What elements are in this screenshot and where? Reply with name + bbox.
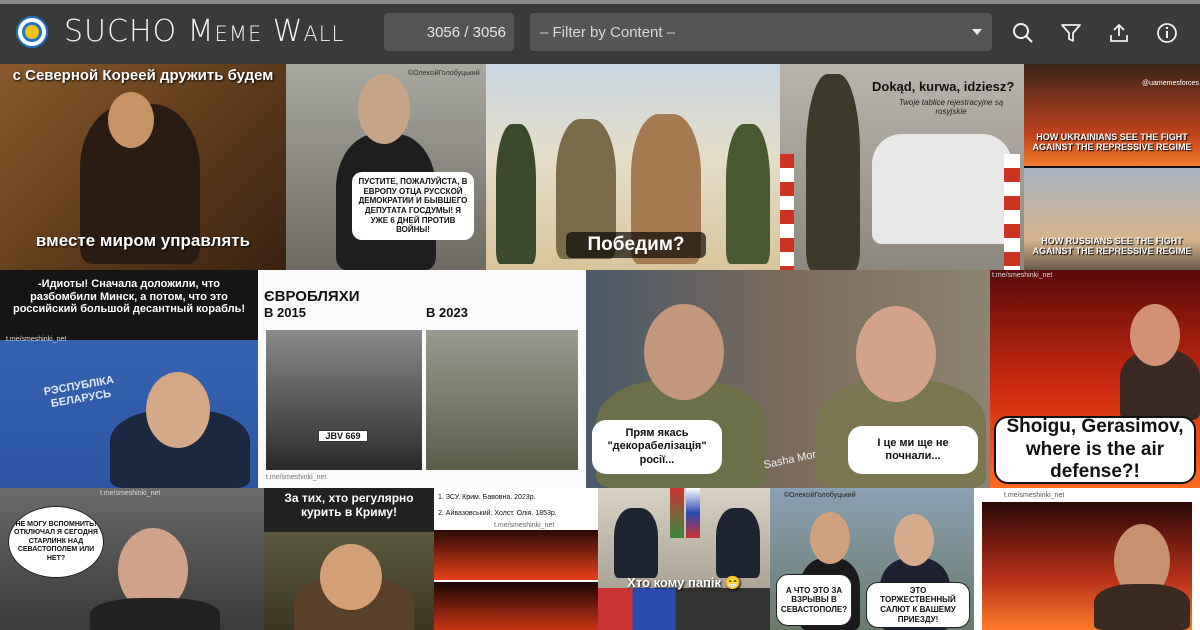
car-photo (266, 330, 422, 470)
meme-caption-title: Dokąd, kurwa, idziesz? (872, 79, 1015, 94)
meme-figure-head (358, 74, 410, 144)
meme-figure (90, 598, 220, 630)
meme-caption-bottom: вместе миром управлять (35, 231, 251, 250)
meme-line-2: 2. Айвазовський. Холст. Олія. 1853р. (438, 510, 557, 517)
flag (670, 488, 684, 538)
meme-tile[interactable]: @uamemesforces HOW UKRAINIANS SEE THE FI… (1024, 64, 1200, 270)
meme-figure-head (894, 514, 934, 566)
search-icon[interactable] (1006, 16, 1040, 50)
app-title: SUCHO Meme Wall (64, 14, 344, 49)
meme-handle: @uamemesforces (1142, 80, 1199, 87)
meme-tile[interactable]: t.me/smeshinki_net Shoigu, Gerasimov, wh… (990, 270, 1200, 488)
meme-label-left: В 2015 (264, 305, 306, 320)
meme-caption: -Идиоты! Сначала доложили, что разбомбил… (12, 278, 245, 316)
meme-caption: Хто кому папік 😁 (627, 575, 741, 590)
speech-bubble-left: Прям якась "декорабелізація" росії... (592, 420, 722, 474)
car-shape (872, 134, 1012, 244)
meme-figure (726, 124, 770, 264)
meme-tile[interactable]: Прям якась "декорабелізація" росії... І … (586, 270, 990, 488)
meme-watermark: ©ОлексійГолобуцький (784, 492, 856, 499)
border-post (780, 154, 794, 270)
chevron-down-icon (972, 29, 982, 35)
border-post (1004, 154, 1020, 270)
speech-bubble: Shoigu, Gerasimov, where is the air defe… (994, 416, 1196, 484)
license-plate: JBV 669 (318, 430, 368, 443)
meme-tile[interactable]: t.me/smeshinki_net (974, 488, 1200, 630)
meme-figure-head (146, 372, 210, 448)
meme-figure (614, 508, 658, 578)
meme-caption-top: HOW UKRAINIANS SEE THE FIGHT AGAINST THE… (1032, 132, 1192, 153)
meme-figure (806, 74, 860, 270)
meme-tile[interactable]: Dokąd, kurwa, idziesz? Twoje tablice rej… (780, 64, 1024, 270)
meme-banner-text: РЭСПУБЛІКА БЕЛАРУСЬ (42, 374, 115, 410)
meme-label-right: В 2023 (426, 305, 468, 320)
meme-tile[interactable]: 1. ЗСУ. Крим. Бавовна. 2023р. 2. Айвазов… (434, 488, 598, 630)
speech-bubble-right: І це ми ще не почнали... (848, 426, 978, 474)
meme-tile[interactable]: ЄВРОБЛЯХИ В 2015 В 2023 JBV 669 t.me/sme… (258, 270, 586, 488)
flag (686, 488, 700, 538)
meme-tile[interactable]: За тих, хто регулярно курить в Криму! (264, 488, 434, 630)
meme-watermark: t.me/smeshinki_net (100, 490, 161, 497)
meme-watermark: t.me/smeshinki_net (1004, 492, 1065, 499)
meme-figure-head (320, 544, 382, 610)
meme-counter-input[interactable]: 3056 / 3056 (384, 13, 514, 51)
meme-line-1: 1. ЗСУ. Крим. Бавовна. 2023р. (438, 494, 536, 501)
meme-figure-head (644, 304, 724, 400)
info-icon[interactable] (1150, 16, 1184, 50)
meme-watermark: ©ОлексійГолобуцький (408, 70, 480, 77)
tank-photo (426, 330, 578, 470)
meme-tile[interactable]: ©ОлексійГолобуцький ПУСТИТЕ, ПОЖАЛУЙСТА,… (286, 64, 486, 270)
meme-title: ЄВРОБЛЯХИ (264, 288, 360, 305)
meme-caption: За тих, хто регулярно курить в Криму! (284, 491, 414, 519)
meme-tile[interactable]: -Идиоты! Сначала доложили, что разбомбил… (0, 270, 258, 488)
meme-caption-bottom: HOW RUSSIANS SEE THE FIGHT AGAINST THE R… (1032, 236, 1192, 257)
meme-tile[interactable]: ©ОлексійГолобуцький А ЧТО ЭТО ЗА ВЗРЫВЫ … (770, 488, 974, 630)
meme-tile[interactable]: с Северной Кореей дружить будем вместе м… (0, 64, 286, 270)
upload-icon[interactable] (1102, 16, 1136, 50)
meme-painting (434, 582, 598, 630)
meme-figure-head (1130, 304, 1180, 366)
meme-wall-grid: с Северной Кореей дружить будем вместе м… (0, 64, 1200, 630)
meme-watermark: t.me/smeshinki_net (266, 474, 327, 481)
meme-caption-top: с Северной Кореей дружить будем (12, 67, 274, 84)
meme-figure (716, 508, 760, 578)
logo-emblem (22, 22, 42, 42)
app-title-main: SUCHO (64, 14, 178, 49)
speech-bubble: ПУСТИТЕ, ПОЖАЛУЙСТА, В ЕВРОПУ ОТЦА РУССК… (352, 172, 474, 240)
app-title-rest: Meme Wall (187, 14, 345, 49)
meme-figure (496, 124, 536, 264)
meme-tile[interactable]: Хто кому папік 😁 (598, 488, 770, 630)
speech-bubble-right: ЭТО ТОРЖЕСТВЕННЫЙ САЛЮТ К ВАШЕМУ ПРИЕЗДУ… (866, 582, 970, 628)
meme-figure-head (810, 512, 850, 564)
filter-icon[interactable] (1054, 16, 1088, 50)
meme-watermark: t.me/smeshinki_net (6, 336, 67, 343)
speech-bubble: НЕ МОГУ ВСПОМНИТЬ! ОТКЛЮЧАЛ Я СЕГОДНЯ СТ… (8, 506, 104, 578)
meme-figure-head (108, 92, 154, 148)
sucho-logo[interactable] (16, 16, 48, 48)
meme-figure-head (856, 306, 936, 402)
meme-photo-bottom (598, 588, 770, 630)
meme-tile[interactable]: t.me/smeshinki_net НЕ МОГУ ВСПОМНИТЬ! ОТ… (0, 488, 264, 630)
speech-bubble-left: А ЧТО ЭТО ЗА ВЗРЫВЫ В СЕВАСТОПОЛЕ? (776, 574, 852, 626)
meme-figure (1094, 584, 1190, 630)
filter-placeholder: – Filter by Content – (540, 23, 676, 41)
meme-tile[interactable]: Победим? (486, 64, 780, 270)
meme-caption-subtitle: Twoje tablice rejestracyjne są rosyjskie (898, 98, 1004, 117)
meme-watermark: t.me/smeshinki_net (494, 522, 555, 529)
meme-photo (434, 530, 598, 580)
meme-caption: Победим? (566, 232, 706, 258)
top-toolbar: SUCHO Meme Wall 3056 / 3056 – Filter by … (0, 0, 1200, 64)
content-filter-select[interactable]: – Filter by Content – (530, 13, 992, 51)
meme-watermark: t.me/smeshinki_net (992, 272, 1053, 279)
